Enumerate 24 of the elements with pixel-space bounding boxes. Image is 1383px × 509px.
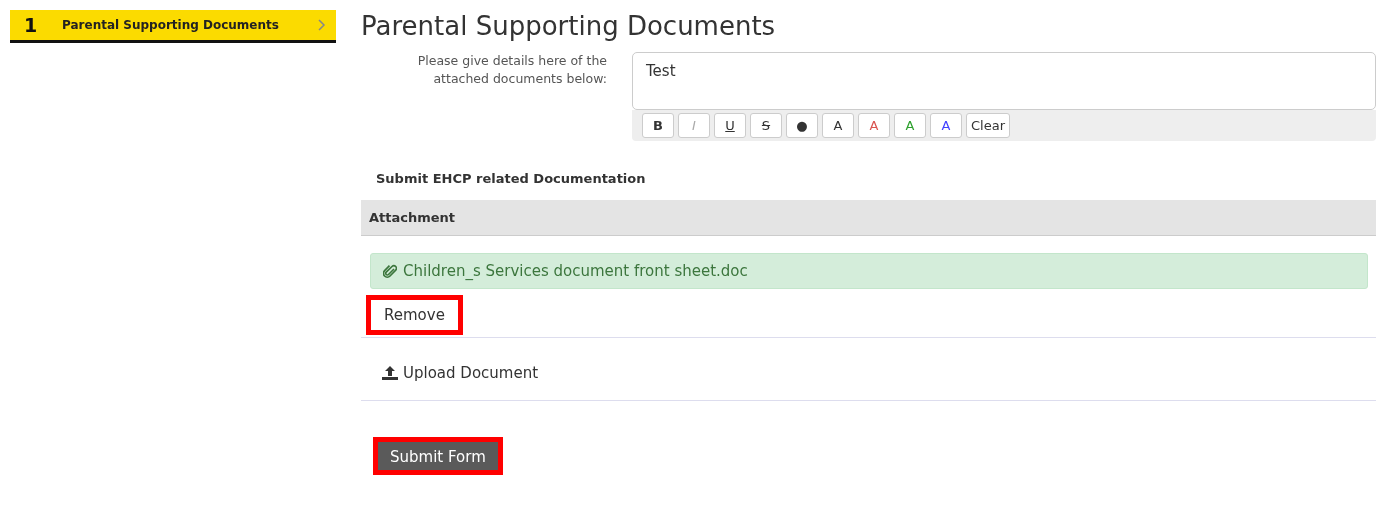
format-button[interactable]: Clear (966, 113, 1010, 138)
step-tab[interactable]: 1 Parental Supporting Documents (10, 10, 336, 43)
attachment-item[interactable]: Children_s Services document front sheet.doc (370, 253, 1368, 289)
upload-icon (381, 365, 399, 381)
file-name: Children_s Services document front sheet.doc (403, 262, 748, 280)
field-label: Please give details here of the attached documents below: (416, 52, 607, 88)
format-button[interactable]: ● (786, 113, 818, 138)
step-label: Parental Supporting Documents (62, 18, 280, 32)
section-title: Submit EHCP related Documentation (376, 171, 647, 186)
step-number: 1 (24, 14, 39, 36)
page-title: Parental Supporting Documents (361, 10, 777, 42)
format-button[interactable]: U (714, 113, 746, 138)
column-header: Attachment (361, 200, 1376, 236)
format-button[interactable]: A (930, 113, 962, 138)
remove-button[interactable]: Remove (366, 295, 463, 335)
format-button[interactable]: A (822, 113, 854, 138)
paperclip-icon (383, 263, 397, 279)
submit-button[interactable]: Submit Form (373, 437, 503, 475)
upload-button[interactable]: Upload Document (381, 364, 539, 382)
chevron-icon (318, 19, 326, 31)
format-button[interactable]: A (858, 113, 890, 138)
format-button[interactable]: B (642, 113, 674, 138)
details-field[interactable]: Test (632, 52, 1376, 110)
format-button[interactable]: S (750, 113, 782, 138)
